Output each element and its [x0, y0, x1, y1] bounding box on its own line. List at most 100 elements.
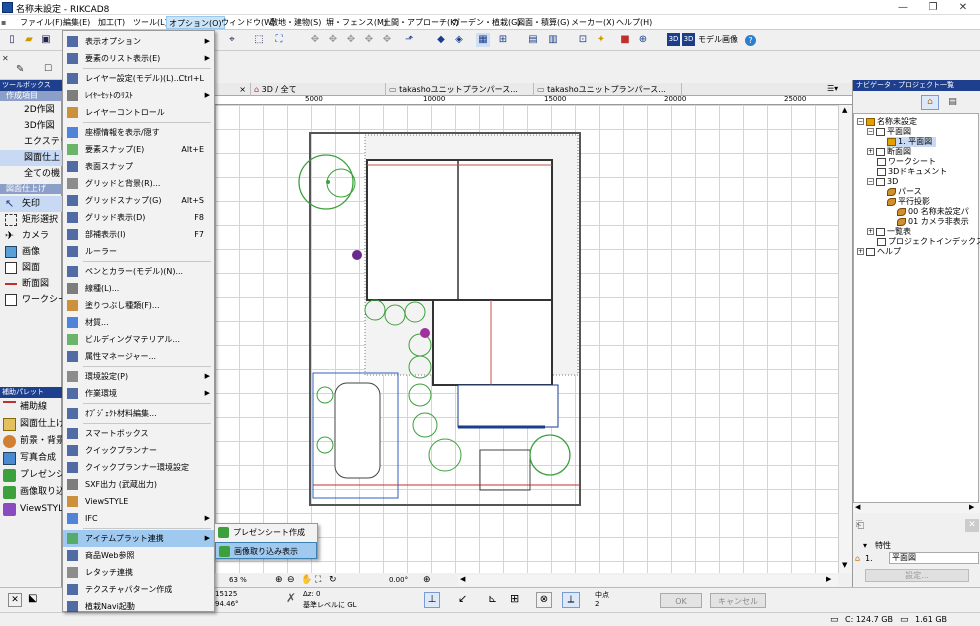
snap-mode-label[interactable]: 中点 — [595, 590, 609, 600]
cursor-snap-icon[interactable]: ⬏ — [402, 33, 416, 47]
tree-node[interactable]: + 一覧表 — [867, 227, 911, 237]
display-icon[interactable]: ◆ — [434, 33, 448, 47]
cancel-tool-icon[interactable]: ✕ — [8, 593, 22, 607]
tree-node[interactable]: − 名称未設定 — [857, 117, 917, 127]
options-menu-item[interactable]: 材質... — [63, 314, 214, 331]
tree-node[interactable]: 00 名称未設定パ — [897, 207, 969, 217]
palette-presentation[interactable]: プレゼンシ — [0, 467, 62, 484]
palette-photo-composite[interactable]: 写真合成 — [0, 450, 62, 467]
measure-icon[interactable]: ⬕ — [28, 593, 42, 607]
collapse-icon[interactable]: − — [867, 128, 874, 135]
help-icon[interactable]: ? — [745, 35, 756, 46]
3d-view-button[interactable]: 3D — [667, 33, 680, 46]
marquee-icon[interactable]: ⛶ — [272, 33, 286, 47]
tool-camera[interactable]: ✈ カメラ — [0, 228, 62, 244]
pen-icon[interactable]: ✎ — [16, 64, 24, 75]
options-menu-item[interactable]: 表面スナップ — [63, 158, 214, 175]
options-menu-item[interactable]: 作業環境 ▶ — [63, 385, 214, 402]
save-icon[interactable]: ▣ — [39, 33, 53, 47]
menu-garden-planting[interactable]: ガーデン・植栽(G) — [450, 16, 522, 29]
menu-tool[interactable]: ツール(L) — [131, 16, 170, 29]
tree-node[interactable]: パース — [887, 187, 922, 197]
pan-icon[interactable]: ✋ — [301, 575, 312, 585]
submenu-create-presentation[interactable]: プレゼンシート作成 — [215, 524, 317, 541]
new-file-icon[interactable]: ▯ — [5, 33, 19, 47]
tool-section[interactable]: 断面図 — [0, 276, 62, 292]
gravity-icon[interactable]: ⊥ — [424, 592, 440, 608]
options-menu-item[interactable]: テクスチャパターン作成 — [63, 581, 214, 598]
vertical-scrollbar[interactable]: ▲ ▼ — [838, 105, 852, 573]
options-menu-item[interactable]: グリッドと背景(R)... — [63, 175, 214, 192]
palette-foreground[interactable]: 前景・背景 — [0, 433, 62, 450]
move-icon[interactable]: ✥ — [344, 33, 358, 47]
drag-icon[interactable]: ✥ — [362, 33, 376, 47]
frame-icon[interactable]: ⊡ — [576, 33, 590, 47]
group-icon[interactable]: ▥ — [546, 33, 560, 47]
tool-row-finishing[interactable]: 図面仕上 — [0, 150, 62, 166]
scroll-left-icon[interactable]: ◀ — [855, 503, 860, 511]
tool-drawing[interactable]: 図面 — [0, 260, 62, 276]
menu-wall-fence[interactable]: 塀・フェンス(M) — [324, 16, 389, 29]
tab-list-icon[interactable]: ☰▾ — [827, 84, 838, 93]
close-window-button[interactable]: ✕ — [948, 0, 978, 15]
options-menu-item[interactable]: ペンとカラー(モデル)(N)... — [63, 263, 214, 280]
rotate-icon[interactable]: ✥ — [308, 33, 322, 47]
pointer-tool-icon[interactable]: ⌖ — [225, 33, 239, 47]
elevate-icon[interactable]: ✥ — [380, 33, 394, 47]
menu-process[interactable]: 加工(T) — [96, 16, 127, 29]
scroll-right-icon[interactable]: ▶ — [826, 575, 831, 583]
mirror-icon[interactable]: ✥ — [326, 33, 340, 47]
options-menu-item[interactable]: レイヤー設定(モデル)(L)... Ctrl+L — [63, 70, 214, 87]
options-menu-item[interactable]: ﾚｲﾔｰｾｯﾄのﾘｽﾄ ▶ — [63, 87, 214, 104]
menu-help[interactable]: ヘルプ(H) — [614, 16, 654, 29]
collapse-icon[interactable]: − — [867, 178, 874, 185]
tree-node[interactable]: 3Dドキュメント — [877, 167, 947, 177]
scroll-left-icon[interactable]: ◀ — [460, 575, 465, 583]
view-map-icon[interactable]: ▤ — [945, 95, 960, 110]
guide-icon[interactable]: ⊞ — [496, 33, 510, 47]
options-menu-item[interactable]: 植栽Navi起動 — [63, 598, 214, 615]
tree-hscroll[interactable]: ◀ ▶ — [853, 503, 980, 513]
options-menu-item[interactable]: 塗りつぶし種類(F)... — [63, 297, 214, 314]
tree-node[interactable]: + ヘルプ — [857, 247, 901, 257]
menu-edit[interactable]: 編集(E) — [61, 16, 92, 29]
model-image-label[interactable]: モデル画像 — [698, 34, 738, 45]
options-menu-item[interactable]: アイテムプラット連携 ▶ — [63, 530, 214, 547]
magnet-icon[interactable]: ⊗ — [536, 592, 552, 608]
tree-node[interactable]: ワークシート — [877, 157, 936, 167]
minimize-button[interactable]: — — [888, 0, 918, 15]
tool-arrow[interactable]: ↖ 矢印 — [0, 196, 62, 212]
layer-icon[interactable]: ◈ — [452, 33, 466, 47]
tree-node[interactable]: 平行投影 — [887, 197, 930, 207]
options-menu-item[interactable]: レタッチ連携 — [63, 564, 214, 581]
tool-worksheet[interactable]: ワークシー — [0, 292, 62, 308]
tool-row-3d[interactable]: 3D作図 — [0, 118, 62, 134]
close-panel-icon[interactable]: ✕ — [2, 54, 9, 63]
render-icon[interactable]: ■ — [618, 33, 632, 47]
toolbox-section-finishing[interactable]: 図面仕上げ — [0, 184, 62, 194]
ok-button[interactable]: OK — [660, 593, 702, 608]
system-menu-icon[interactable]: ▪ — [1, 16, 7, 29]
options-menu-item[interactable]: SXF出力 (武蔵出力) — [63, 476, 214, 493]
properties-name-field[interactable]: 平面図 — [889, 552, 979, 564]
menu-floor-approach[interactable]: 土間・アプローチ(K) — [381, 16, 461, 29]
tool-row-2d[interactable]: 2D作図 — [0, 102, 62, 118]
palette-viewstyle[interactable]: ViewSTYLE — [0, 501, 62, 518]
tool-image[interactable]: 画像 — [0, 244, 62, 260]
tool-marquee[interactable]: 矩形選択 — [0, 212, 62, 228]
options-menu-item[interactable]: 商品Web参照 — [63, 547, 214, 564]
palette-finishing[interactable]: 図面仕上げ — [0, 416, 62, 433]
zoom-value[interactable]: 63 % — [229, 576, 247, 584]
options-menu-item[interactable]: グリッドスナップ(G) Alt+S — [63, 192, 214, 209]
window-icon[interactable]: ☐ — [44, 64, 52, 74]
drawing-canvas[interactable] — [215, 105, 838, 573]
menu-option[interactable]: オプション(O) — [166, 16, 225, 29]
options-menu-item[interactable]: スマートボックス — [63, 425, 214, 442]
tree-node[interactable]: − 3D — [867, 177, 898, 187]
tab-plan[interactable]: × — [215, 83, 251, 96]
options-menu-item[interactable]: 部補表示(I) F7 — [63, 226, 214, 243]
tool-row-all[interactable]: 全ての機 — [0, 166, 62, 182]
expand-icon[interactable]: + — [867, 148, 874, 155]
expand-icon[interactable]: + — [857, 248, 864, 255]
maximize-button[interactable]: ❐ — [918, 0, 948, 15]
